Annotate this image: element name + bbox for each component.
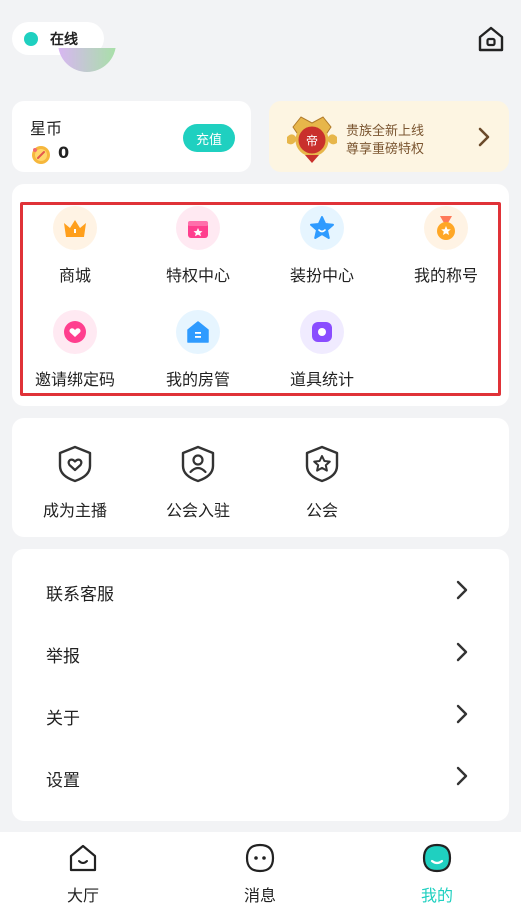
menu-item-about[interactable]: 关于 xyxy=(12,685,509,747)
settings-menu-card: 联系客服 举报 关于 设置 xyxy=(12,549,509,821)
tab-messages[interactable]: 消息 xyxy=(215,842,305,904)
crown-icon xyxy=(53,206,97,250)
tab-profile[interactable]: 我的 xyxy=(392,842,482,904)
feature-shop[interactable]: 商城 xyxy=(20,206,130,286)
online-status-label: 在线 xyxy=(50,31,78,48)
feature-privilege-center[interactable]: 特权中心 xyxy=(143,206,253,286)
message-icon xyxy=(215,842,305,878)
feature-prop-stats[interactable]: 道具统计 xyxy=(267,310,377,390)
feature-my-title[interactable]: 我的称号 xyxy=(391,206,501,286)
chevron-right-icon xyxy=(456,766,468,790)
tab-label: 我的 xyxy=(420,886,453,904)
feature-invite-code[interactable]: 邀请绑定码 xyxy=(20,310,130,390)
nobility-title: 贵族全新上线 xyxy=(346,124,425,139)
feature-label: 我的房管 xyxy=(165,370,230,389)
bottom-tab-bar: 大厅 消息 我的 xyxy=(0,832,521,904)
tab-hall[interactable]: 大厅 xyxy=(38,842,128,904)
profile-icon xyxy=(392,842,482,878)
online-status-dot xyxy=(24,31,38,46)
feature-label: 装扮中心 xyxy=(289,266,354,285)
nobility-badge-icon: 帝 xyxy=(285,109,339,165)
become-streamer-button[interactable]: 成为主播 xyxy=(20,444,130,521)
hall-icon xyxy=(38,842,128,878)
gift-icon xyxy=(176,206,220,250)
guild-label: 公会入驻 xyxy=(165,501,230,520)
feature-grid-card: 商城 特权中心 装扮中心 我的称号 邀请绑定码 我的房管 道具统计 xyxy=(12,184,509,406)
heart-icon xyxy=(53,310,97,354)
svg-text:帝: 帝 xyxy=(306,133,318,148)
menu-label: 举报 xyxy=(46,646,80,667)
avatar[interactable] xyxy=(58,48,116,74)
coin-icon xyxy=(30,144,52,170)
feature-label: 我的称号 xyxy=(413,266,478,285)
guild-join-button[interactable]: 公会入驻 xyxy=(143,444,253,521)
heart-shield-icon xyxy=(20,444,130,488)
feature-label: 商城 xyxy=(58,266,91,285)
medal-icon xyxy=(424,206,468,250)
prop-icon xyxy=(300,310,344,354)
star-icon xyxy=(300,206,344,250)
coin-balance-card: 星币 0 充值 xyxy=(12,101,251,172)
menu-item-settings[interactable]: 设置 xyxy=(12,747,509,809)
coin-label: 星币 xyxy=(30,119,63,138)
coin-count: 0 xyxy=(58,143,70,162)
menu-item-customer-service[interactable]: 联系客服 xyxy=(12,561,509,623)
menu-label: 设置 xyxy=(46,770,80,791)
menu-item-report[interactable]: 举报 xyxy=(12,623,509,685)
recharge-button[interactable]: 充值 xyxy=(183,124,235,152)
tab-label: 大厅 xyxy=(66,886,99,904)
guild-button[interactable]: 公会 xyxy=(267,444,377,521)
star-shield-icon xyxy=(267,444,377,488)
menu-label: 联系客服 xyxy=(46,584,114,605)
feature-room-admin[interactable]: 我的房管 xyxy=(143,310,253,390)
feature-dressup-center[interactable]: 装扮中心 xyxy=(267,206,377,286)
tab-label: 消息 xyxy=(243,886,276,904)
chevron-right-icon xyxy=(477,126,491,152)
guild-card: 成为主播 公会入驻 公会 xyxy=(12,418,509,537)
guild-label: 公会 xyxy=(305,501,338,520)
guild-label: 成为主播 xyxy=(42,501,107,520)
feature-label: 道具统计 xyxy=(289,370,354,389)
feature-label: 邀请绑定码 xyxy=(34,370,115,389)
chevron-right-icon xyxy=(456,704,468,728)
menu-label: 关于 xyxy=(46,708,80,729)
user-shield-icon xyxy=(143,444,253,488)
chevron-right-icon xyxy=(456,580,468,604)
chevron-right-icon xyxy=(456,642,468,666)
home-icon[interactable] xyxy=(476,24,506,54)
nobility-banner[interactable]: 帝 贵族全新上线 尊享重磅特权 xyxy=(269,101,509,172)
house-icon xyxy=(176,310,220,354)
nobility-subtitle: 尊享重磅特权 xyxy=(346,142,425,157)
feature-label: 特权中心 xyxy=(165,266,230,285)
